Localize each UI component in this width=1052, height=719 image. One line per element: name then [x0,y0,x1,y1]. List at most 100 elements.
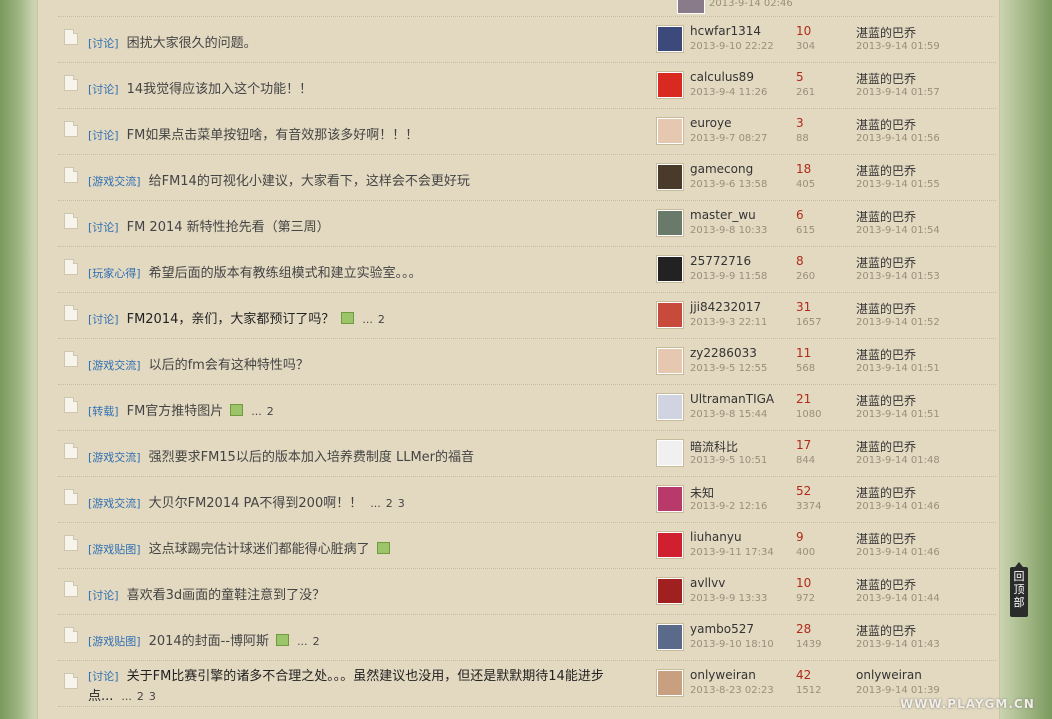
thread-category-link[interactable]: [讨论] [88,313,119,326]
last-post-time[interactable]: 2013-9-14 01:39 [856,685,940,696]
avatar[interactable] [657,440,683,466]
author-link[interactable]: euroye [690,116,731,130]
thread-category-link[interactable]: [讨论] [88,589,119,602]
thread-title-link[interactable]: FM官方推特图片 [127,404,224,419]
last-post-time[interactable]: 2013-9-14 01:46 [856,547,940,558]
thread-title-link[interactable]: 这点球踢完估计球迷们都能得心脏病了 [149,542,370,557]
author-link[interactable]: onlyweiran [690,668,756,682]
avatar[interactable] [657,532,683,558]
thread-title-link[interactable]: 2014的封面--博阿斯 [149,634,269,649]
last-poster-link[interactable]: 湛蓝的巴乔 [856,576,916,593]
author-link[interactable]: avllvv [690,576,725,590]
avatar[interactable] [657,670,683,696]
thread-title-link[interactable]: 希望后面的版本有教练组模式和建立实验室。。。 [149,266,422,281]
avatar[interactable] [657,210,683,236]
thread-category-link[interactable]: [游戏交流] [88,175,141,188]
page-link[interactable]: 3 [149,690,156,703]
last-post-time[interactable]: 2013-9-14 01:52 [856,317,940,328]
avatar[interactable] [657,486,683,512]
last-poster-link[interactable]: 湛蓝的巴乔 [856,300,916,317]
page-link[interactable]: 2 [137,690,144,703]
author-link[interactable]: 25772716 [690,254,751,268]
thread-category-link[interactable]: [讨论] [88,221,119,234]
author-link[interactable]: hcwfar1314 [690,24,761,38]
avatar[interactable] [657,256,683,282]
last-post-time[interactable]: 2013-9-14 01:43 [856,639,940,650]
thread-title-link[interactable]: FM如果点击菜单按钮啥，有音效那该多好啊！！！ [127,128,419,143]
last-post-time[interactable]: 2013-9-14 01:44 [856,593,940,604]
author-link[interactable]: calculus89 [690,70,754,84]
thread-category-link[interactable]: [讨论] [88,129,119,142]
last-post-time[interactable]: 2013-9-14 01:48 [856,455,940,466]
avatar[interactable] [657,72,683,98]
thread-title-link[interactable]: 14我觉得应该加入这个功能！！ [127,82,313,97]
last-post-time[interactable]: 2013-9-14 01:54 [856,225,940,236]
last-post-time[interactable]: 2013-9-14 01:59 [856,41,940,52]
last-post-time[interactable]: 2013-9-14 01:55 [856,179,940,190]
last-poster-link[interactable]: 湛蓝的巴乔 [856,162,916,179]
avatar[interactable] [657,164,683,190]
author-link[interactable]: master_wu [690,208,756,222]
author-link[interactable]: 暗流科比 [690,438,738,455]
last-poster-link[interactable]: 湛蓝的巴乔 [856,24,916,41]
page-link[interactable]: 2 [378,313,385,326]
avatar[interactable] [657,302,683,328]
thread-title-link[interactable]: 关于FM比赛引擎的诸多不合理之处。。。虽然建议也没用，但还是默默期待14能进步点… [88,669,604,704]
last-poster-link[interactable]: 湛蓝的巴乔 [856,208,916,225]
author-link[interactable]: zy2286033 [690,346,757,360]
thread-title-link[interactable]: 喜欢看3d画面的童鞋注意到了没？ [127,588,326,603]
thread-category-link[interactable]: [游戏交流] [88,451,141,464]
thread-title-link[interactable]: 强烈要求FM15以后的版本加入培养费制度 LLMer的福音 [149,450,474,465]
last-poster-link[interactable]: 湛蓝的巴乔 [856,392,916,409]
thread-category-link[interactable]: [游戏贴图] [88,635,141,648]
page-link[interactable]: 2 [386,497,393,510]
author-link[interactable]: gamecong [690,162,753,176]
thread-category-link[interactable]: [讨论] [88,670,119,683]
page-link[interactable]: 2 [313,635,320,648]
thread-category-link[interactable]: [游戏交流] [88,359,141,372]
last-post-time[interactable]: 2013-9-14 01:51 [856,409,940,420]
last-post-time[interactable]: 2013-9-14 01:51 [856,363,940,374]
thread-title-link[interactable]: 给FM14的可视化小建议，大家看下，这样会不会更好玩 [149,174,470,189]
avatar[interactable] [677,0,705,14]
page-link[interactable]: 3 [398,497,405,510]
avatar[interactable] [657,118,683,144]
thread-category-link[interactable]: [玩家心得] [88,267,141,280]
page-link[interactable]: 2 [267,405,274,418]
avatar[interactable] [657,578,683,604]
last-poster-link[interactable]: 湛蓝的巴乔 [856,484,916,501]
avatar[interactable] [657,26,683,52]
last-poster-link[interactable]: 湛蓝的巴乔 [856,346,916,363]
last-poster-link[interactable]: 湛蓝的巴乔 [856,116,916,133]
last-post-time[interactable]: 2013-9-14 01:56 [856,133,940,144]
thread-title-link[interactable]: 以后的fm会有这种特性吗？ [149,358,309,373]
thread-category-link[interactable]: [讨论] [88,37,119,50]
last-post-time[interactable]: 2013-9-14 01:46 [856,501,940,512]
author-link[interactable]: yambo527 [690,622,754,636]
last-post-time[interactable]: 2013-9-14 01:57 [856,87,940,98]
avatar[interactable] [657,348,683,374]
thread-title-link[interactable]: 困扰大家很久的问题。 [127,36,257,51]
last-post-time[interactable]: 2013-9-14 01:53 [856,271,940,282]
last-poster-link[interactable]: onlyweiran [856,668,922,682]
thread-title-link[interactable]: 大贝尔FM2014 PA不得到200啊！！ [149,496,363,511]
back-to-top-button[interactable]: 回顶部 [1010,562,1028,617]
thread-title-line: [游戏交流] 大贝尔FM2014 PA不得到200啊！！ ... 2 3 [88,492,405,511]
last-poster-link[interactable]: 湛蓝的巴乔 [856,530,916,547]
thread-category-link[interactable]: [游戏贴图] [88,543,141,556]
last-poster-link[interactable]: 湛蓝的巴乔 [856,438,916,455]
author-link[interactable]: 未知 [690,484,714,501]
thread-category-link[interactable]: [游戏交流] [88,497,141,510]
avatar[interactable] [657,624,683,650]
thread-title-link[interactable]: FM 2014 新特性抢先看（第三周） [127,220,330,235]
last-poster-link[interactable]: 湛蓝的巴乔 [856,70,916,87]
avatar[interactable] [657,394,683,420]
last-poster-link[interactable]: 湛蓝的巴乔 [856,254,916,271]
author-link[interactable]: jji84232017 [690,300,761,314]
thread-category-link[interactable]: [讨论] [88,83,119,96]
thread-title-link[interactable]: FM2014，亲们，大家都预订了吗？ [127,312,335,327]
last-poster-link[interactable]: 湛蓝的巴乔 [856,622,916,639]
author-link[interactable]: liuhanyu [690,530,742,544]
thread-category-link[interactable]: [转载] [88,405,119,418]
author-link[interactable]: UltramanTIGA [690,392,774,406]
